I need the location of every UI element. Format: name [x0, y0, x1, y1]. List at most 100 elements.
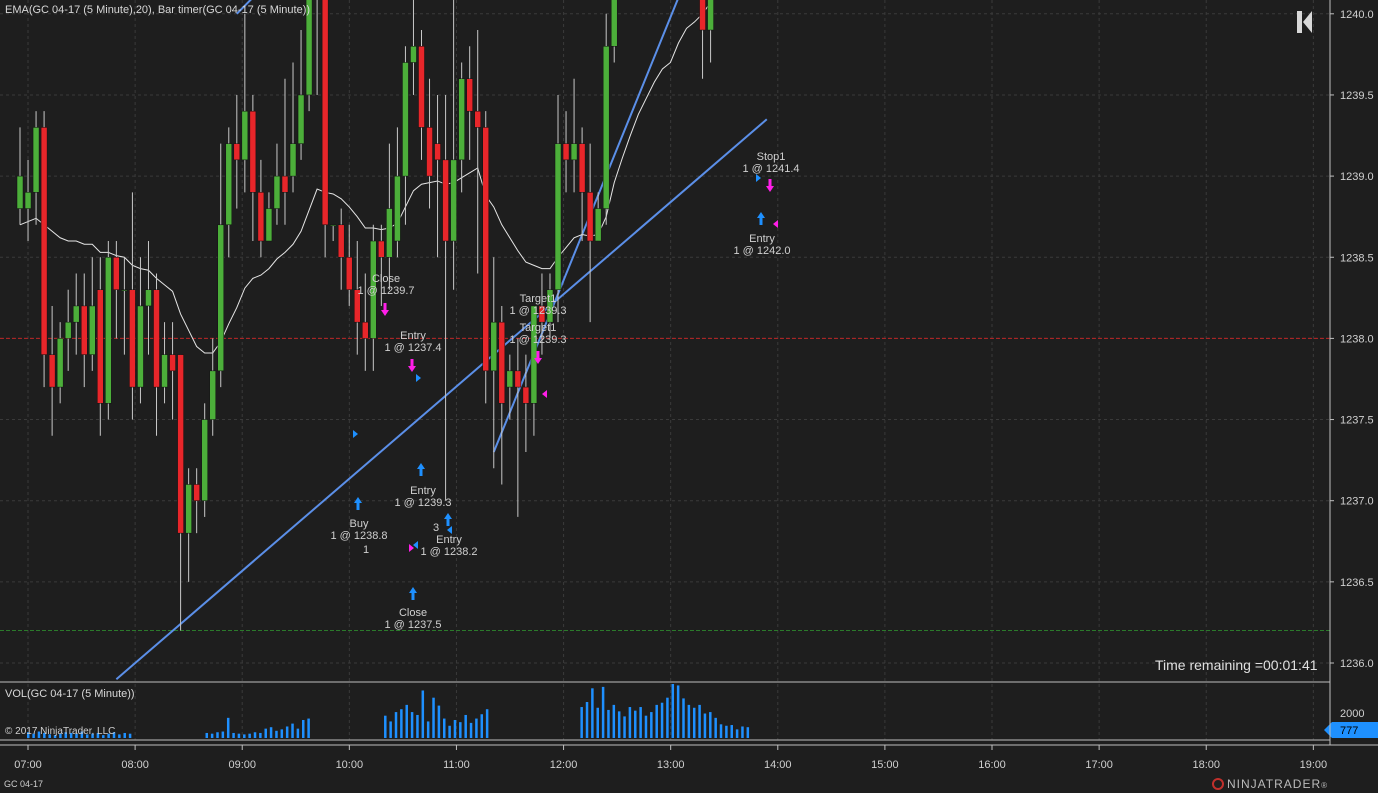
candle-body — [145, 289, 152, 307]
time-tick-label: 15:00 — [871, 759, 899, 771]
volume-bar — [259, 732, 262, 738]
time-tick-label: 10:00 — [336, 759, 364, 771]
candle-body — [506, 370, 514, 388]
candle-body — [426, 127, 433, 177]
candle-body — [193, 484, 200, 501]
candle-body — [89, 305, 96, 355]
trade-label: Target1 — [520, 293, 557, 305]
volume-bar — [730, 725, 733, 738]
time-tick-label: 16:00 — [978, 759, 1006, 771]
candle-body — [337, 224, 345, 258]
volume-bar — [692, 707, 696, 738]
price-axis[interactable]: 1236.0 1236.5 1237.0 1237.5 1238.0 1238.5 1239… — [1324, 0, 1378, 738]
volume-legend: VOL(GC 04-17 (5 Minute)) — [5, 688, 135, 700]
volume-bar — [118, 734, 121, 738]
volume-bar — [698, 704, 701, 738]
volume-bar — [237, 733, 241, 738]
brand-name: NINJATRADER — [1227, 777, 1322, 791]
candle-body — [707, 0, 714, 31]
volume-bar — [307, 718, 310, 738]
volume-bar — [580, 707, 583, 738]
volume-bar — [280, 729, 284, 738]
candle-body — [450, 159, 457, 242]
trade-label: 1 @ 1239.7 — [357, 285, 414, 297]
candle-body — [32, 127, 40, 193]
candle-body — [105, 257, 112, 404]
volume-bar — [485, 709, 489, 738]
volume-bar — [650, 712, 653, 738]
trade-label: 1 @ 1238.2 — [420, 546, 477, 558]
sell-arrow-icon — [408, 359, 416, 372]
candle-body — [241, 110, 249, 161]
candle-body — [570, 143, 578, 161]
time-tick-label: 12:00 — [550, 759, 578, 771]
volume-bar — [243, 734, 246, 738]
trade-label: 1 @ 1239.3 — [509, 305, 566, 317]
fill-marker-icon — [756, 174, 761, 182]
candle-body — [458, 78, 465, 161]
candle-body — [594, 208, 602, 242]
candle-body — [329, 224, 337, 227]
trade-label: Buy — [350, 518, 369, 530]
volume-bar — [448, 725, 451, 738]
candle-body — [562, 143, 570, 161]
ninjatrader-k-icon[interactable] — [1296, 9, 1314, 35]
price-tick-label: 1236.0 — [1340, 658, 1374, 670]
price-tick-label: 1239.0 — [1340, 171, 1374, 183]
fill-marker-icon — [353, 430, 358, 438]
candle-body — [201, 419, 208, 501]
volume-bar — [480, 714, 484, 738]
sell-arrow-icon — [766, 179, 774, 192]
candle-body — [498, 321, 506, 404]
volume-bar — [432, 697, 435, 738]
volume-bar — [421, 690, 425, 738]
trade-labels: Close1 @ 1239.7Entry1 @ 1237.4Buy1 @ 123… — [330, 151, 799, 631]
volume-bar — [205, 732, 209, 738]
trade-label: Stop1 — [757, 151, 786, 163]
price-tick-label: 1238.0 — [1340, 333, 1374, 345]
candle-body — [161, 354, 168, 388]
candle-body — [699, 0, 706, 31]
volume-bar — [469, 722, 473, 738]
time-tick-label: 19:00 — [1300, 759, 1328, 771]
price-chart[interactable]: Close1 @ 1239.7Entry1 @ 1237.4Buy1 @ 123… — [0, 0, 1378, 793]
candle-body — [410, 46, 417, 63]
candle-body — [72, 305, 80, 323]
volume-bar — [226, 717, 230, 738]
instrument-label: GC 04-17 — [4, 779, 44, 789]
volume-bar — [660, 702, 664, 738]
price-tick-label: 1237.0 — [1340, 496, 1374, 508]
volume-bar — [709, 712, 712, 738]
candle-body — [386, 208, 393, 258]
volume-bar — [275, 730, 278, 738]
trend-lines[interactable] — [115, 0, 863, 680]
candle-body — [137, 305, 144, 388]
volume-bar — [639, 707, 642, 738]
candle-body — [169, 354, 176, 372]
volume-bar — [384, 715, 387, 738]
time-tick-label: 13:00 — [657, 759, 685, 771]
brand-circle-icon — [1212, 778, 1224, 790]
candle-body — [257, 192, 265, 242]
candle-body — [442, 159, 449, 242]
time-axis[interactable]: 07:00 08:00 09:00 10:00 11:00 12:00 13:00 14:00… — [14, 745, 1327, 771]
trade-label: Entry — [400, 330, 426, 342]
candle-body — [129, 289, 136, 388]
volume-bar — [128, 733, 132, 738]
candle-body — [56, 338, 64, 388]
candle-body — [24, 192, 32, 209]
volume-bar — [410, 712, 414, 738]
trade-label: Entry — [436, 534, 462, 546]
volume-bar — [591, 688, 594, 738]
candle-body — [289, 143, 297, 177]
volume-bar — [389, 721, 392, 738]
volume-bar — [437, 705, 441, 738]
quantity-label: 1 — [363, 544, 369, 556]
price-tick-label: 1238.5 — [1340, 252, 1374, 264]
time-tick-label: 09:00 — [228, 759, 256, 771]
fill-marker-icon — [409, 544, 414, 552]
volume-bar — [400, 709, 403, 738]
candle-body — [345, 257, 353, 290]
buy-arrow-icon — [417, 463, 425, 476]
trade-label: 1 @ 1242.0 — [733, 245, 790, 257]
